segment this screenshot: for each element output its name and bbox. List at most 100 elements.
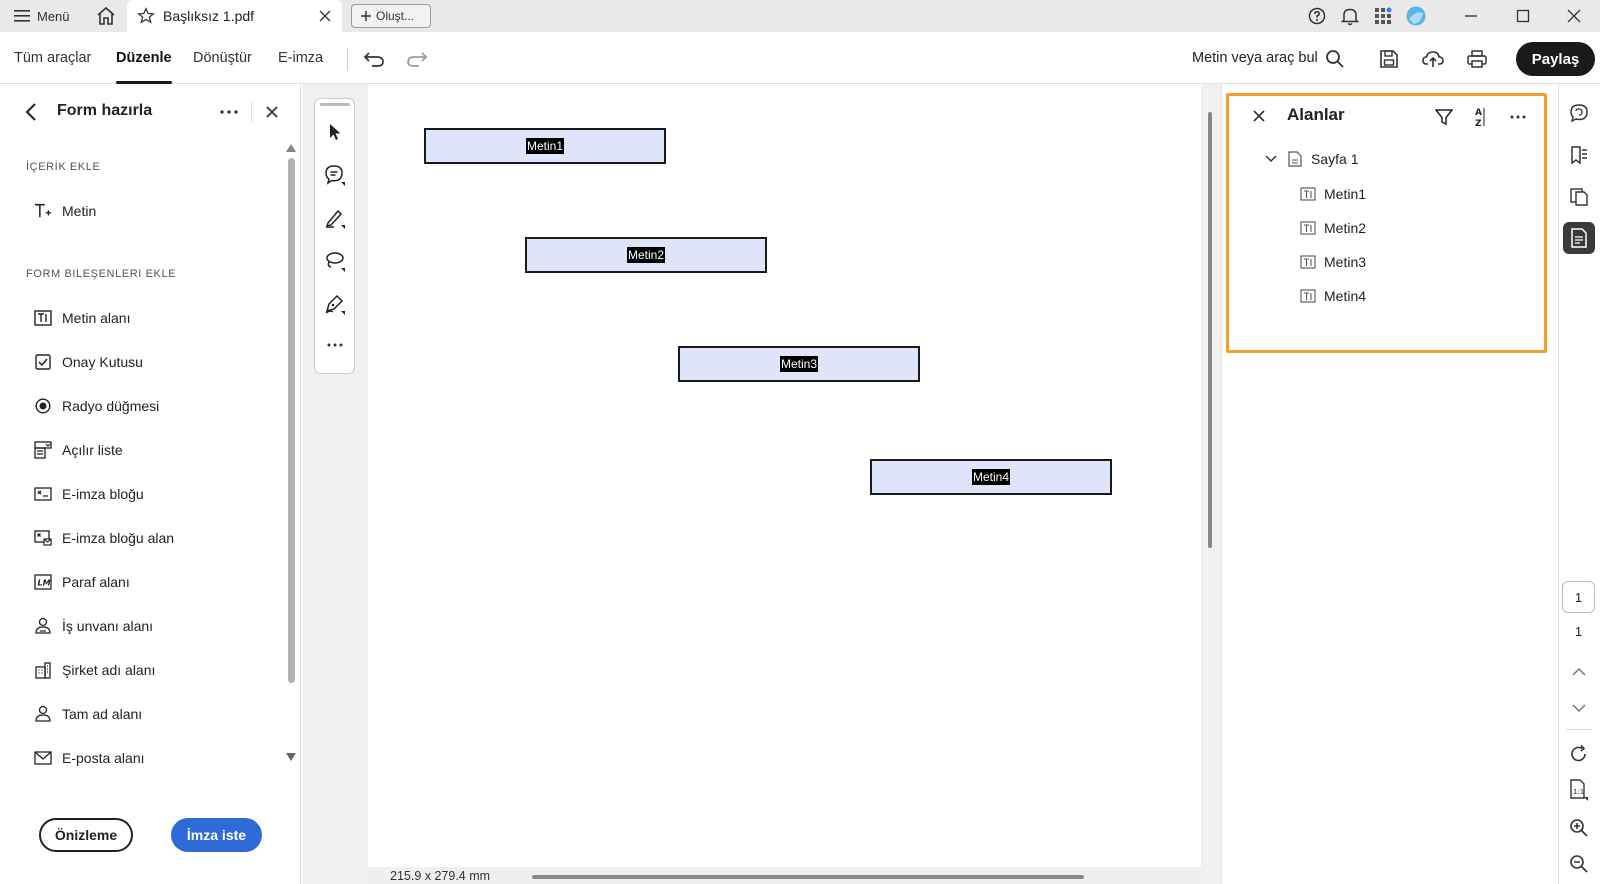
header-divider [251,102,252,122]
back-arrow-icon[interactable] [22,102,42,122]
tree-field-label: Metin3 [1324,254,1367,270]
actual-size-button[interactable]: 1:1 [1563,774,1595,806]
filter-button[interactable] [1433,106,1455,128]
form-field-metin4[interactable]: Metin4 [870,459,1112,495]
tree-page-label: Sayfa 1 [1311,151,1359,167]
request-signature-button[interactable]: İmza iste [171,818,262,852]
undo-button[interactable] [361,46,387,72]
radio-button-icon [34,397,52,415]
hamburger-icon [14,10,30,22]
close-tab-icon[interactable] [318,9,332,23]
zoom-in-button[interactable] [1563,812,1595,844]
lasso-icon [326,252,345,272]
previous-page-button[interactable] [1563,656,1595,688]
zoom-out-icon [1570,855,1588,873]
component-text-field[interactable]: Metin alanı [34,305,130,331]
left-panel-scrollbar[interactable] [288,158,295,683]
more-tools-button[interactable] [323,333,347,357]
person-icon [34,705,52,723]
more-options-button[interactable] [218,102,240,122]
select-tool-button[interactable] [323,120,347,144]
sort-button[interactable]: AZ [1469,106,1491,128]
apps-button[interactable] [1371,0,1395,32]
close-fields-panel-icon[interactable] [1252,109,1266,123]
section-add-components: FORM BILEŞENLERI EKLE [26,268,177,280]
preview-button[interactable]: Önizleme [39,818,133,852]
tree-field-metin4[interactable]: Metin4 [1300,288,1366,304]
document-horizontal-scrollbar[interactable] [532,875,1084,879]
tab-convert[interactable]: Dönüştür [193,32,252,84]
share-button[interactable]: Paylaş [1516,42,1595,76]
tree-field-metin3[interactable]: Metin3 [1300,254,1366,270]
tab-e-sign[interactable]: E-imza [278,32,323,84]
svg-text:Z: Z [1475,119,1482,128]
close-panel-icon[interactable] [264,104,280,120]
help-icon [1308,7,1326,25]
component-company-field[interactable]: Şirket adı alanı [34,657,155,683]
maximize-icon [1516,9,1530,23]
component-esign-block[interactable]: E-imza bloğu [34,481,144,507]
create-new-button[interactable]: Oluşt... [351,4,431,28]
form-field-metin1[interactable]: Metin1 [424,128,666,164]
form-field-metin3[interactable]: Metin3 [678,346,920,382]
avatar-icon [1406,6,1426,26]
zoom-out-button[interactable] [1563,848,1595,880]
rotate-button[interactable] [1563,738,1595,770]
account-button[interactable] [1404,0,1428,32]
tab-all-tools[interactable]: Tüm araçlar [14,32,91,84]
comment-add-icon [325,165,345,186]
print-button[interactable] [1464,46,1490,72]
text-field-icon [1300,186,1316,202]
component-radio-button[interactable]: Radyo düğmesi [34,393,159,419]
highlight-tool-button[interactable] [323,206,347,230]
component-label: E-posta alanı [62,750,145,766]
redo-button[interactable] [404,46,430,72]
find-text-or-tool[interactable]: Metin veya araç bul [1192,32,1318,84]
component-esign-block-field[interactable]: E-imza bloğu alan [34,525,174,551]
fields-more-button[interactable] [1507,106,1529,128]
save-button[interactable] [1376,46,1402,72]
component-job-title-field[interactable]: İş unvanı alanı [34,613,153,639]
actual-size-icon: 1:1 [1570,779,1588,801]
tree-field-metin1[interactable]: Metin1 [1300,186,1366,202]
scroll-up-arrow-icon[interactable] [286,144,296,152]
component-label: E-imza bloğu alan [62,530,175,546]
tree-field-metin2[interactable]: Metin2 [1300,220,1366,236]
form-field-metin2[interactable]: Metin2 [525,237,767,273]
tab-edit[interactable]: Düzenle [116,32,172,84]
component-checkbox[interactable]: Onay Kutusu [34,349,143,375]
star-icon[interactable] [137,7,155,25]
drag-handle[interactable] [320,103,350,106]
toolbar-divider [347,48,348,70]
document-tab[interactable]: Başlıksız 1.pdf [127,0,342,32]
upload-button[interactable] [1420,46,1446,72]
draw-tool-button[interactable] [323,249,347,273]
rail-bookmarks-button[interactable] [1563,139,1595,171]
add-text-item[interactable]: Metin [34,198,96,224]
minimize-button[interactable] [1459,0,1483,32]
chevron-down-icon[interactable] [1263,151,1279,167]
component-dropdown[interactable]: Açılır liste [34,437,123,463]
document-vertical-scrollbar[interactable] [1208,112,1212,548]
sign-tool-button[interactable] [323,292,347,316]
notifications-button[interactable] [1338,0,1362,32]
next-page-button[interactable] [1563,692,1595,724]
rail-comments-button[interactable] [1563,97,1595,129]
close-window-button[interactable] [1562,0,1586,32]
tree-page-1[interactable]: Sayfa 1 [1263,151,1358,167]
component-initials-field[interactable]: LM Paraf alanı [34,569,130,595]
menu-button[interactable]: Menü [14,0,70,32]
rail-pages-button[interactable] [1563,181,1595,213]
rail-fields-button[interactable] [1563,222,1595,254]
comment-tool-button[interactable] [323,163,347,187]
component-full-name-field[interactable]: Tam ad alanı [34,701,142,727]
search-button[interactable] [1322,46,1348,72]
page-number-input[interactable]: 1 [1562,581,1595,613]
form-fields-icon [1571,228,1587,248]
help-button[interactable] [1305,0,1329,32]
home-button[interactable] [94,4,118,28]
maximize-button[interactable] [1511,0,1535,32]
component-email-field[interactable]: E-posta alanı [34,745,145,771]
sort-az-icon: AZ [1475,108,1485,128]
scroll-down-arrow-icon[interactable] [286,753,296,761]
